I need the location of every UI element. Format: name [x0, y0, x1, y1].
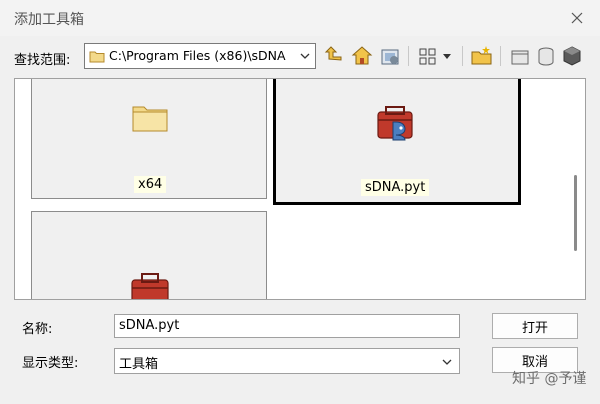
dialog-title: 添加工具箱 — [14, 12, 84, 28]
home-icon — [351, 46, 373, 65]
file-item-sdna-pyt[interactable]: sDNA.pyt — [273, 79, 521, 205]
watermark: 知乎 @予谨 — [512, 371, 587, 387]
caret-down-icon — [443, 54, 451, 59]
new-toolbox-icon — [538, 47, 554, 66]
view-menu-dropdown[interactable] — [440, 44, 454, 68]
folder-icon — [132, 106, 168, 132]
new-personal-gdb-button[interactable] — [508, 44, 532, 68]
new-folder-icon — [471, 46, 492, 65]
toolbox-icon — [131, 273, 169, 299]
title-bar: 添加工具箱 — [0, 0, 600, 36]
view-grid-icon — [419, 48, 436, 65]
scrollbar-thumb[interactable] — [574, 175, 577, 251]
show-type-value: 工具箱 — [119, 357, 159, 372]
name-input[interactable]: sDNA.pyt — [114, 314, 460, 338]
file-list[interactable]: x64 sDNA.pyt — [14, 78, 586, 300]
look-in-label: 查找范围: — [14, 53, 71, 68]
file-name: x64 — [134, 176, 167, 193]
vertical-scrollbar[interactable] — [567, 79, 585, 299]
home-button[interactable] — [350, 44, 374, 68]
python-toolbox-icon — [377, 106, 413, 141]
close-button[interactable] — [564, 5, 590, 31]
file-name: sDNA.pyt — [361, 179, 430, 196]
show-type-dropdown[interactable]: 工具箱 — [114, 348, 460, 374]
open-button[interactable]: 打开 — [492, 313, 578, 339]
file-item-toolbox[interactable] — [31, 211, 267, 299]
name-label: 名称: — [22, 322, 53, 337]
toolbar: 查找范围: C:\Program Files (x86)\sDNA — [0, 40, 600, 74]
chevron-down-icon — [442, 359, 452, 365]
toolbox-connect-button[interactable] — [378, 44, 402, 68]
current-path: C:\Program Files (x86)\sDNA — [109, 48, 286, 63]
look-in-dropdown[interactable]: C:\Program Files (x86)\sDNA — [84, 43, 316, 69]
catalog-button[interactable] — [560, 44, 584, 68]
new-personal-gdb-icon — [511, 50, 529, 65]
show-type-label: 显示类型: — [22, 356, 79, 371]
close-icon — [571, 12, 583, 24]
folder-icon — [89, 51, 105, 63]
new-file-gdb-button[interactable] — [534, 44, 558, 68]
chevron-down-icon — [300, 53, 310, 59]
view-menu-button[interactable] — [416, 44, 440, 68]
new-folder-button[interactable] — [470, 44, 494, 68]
file-item-x64[interactable]: x64 — [31, 79, 267, 199]
up-one-level-button[interactable] — [322, 44, 346, 68]
up-one-level-icon — [324, 46, 342, 61]
toolbox-connect-icon — [381, 49, 399, 65]
add-toolbox-dialog: 添加工具箱 查找范围: C:\Program Files (x86)\sDNA — [0, 0, 600, 404]
catalog-icon — [563, 46, 581, 66]
